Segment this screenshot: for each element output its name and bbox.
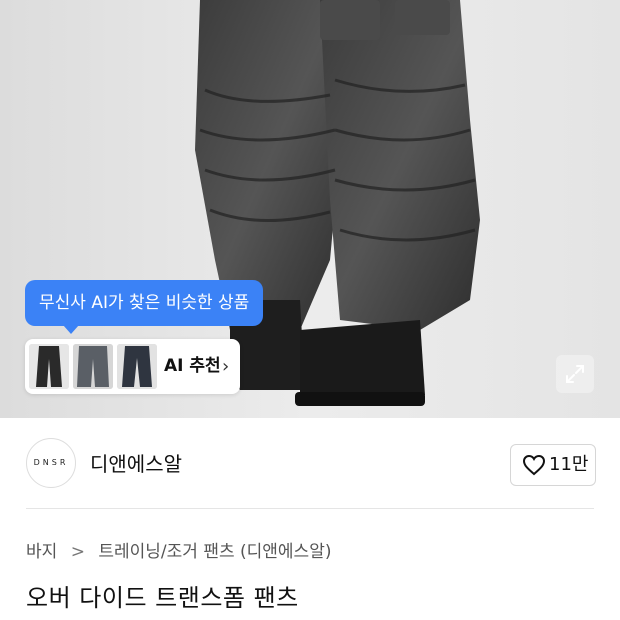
like-button[interactable]: 11만 <box>510 444 596 486</box>
ai-recommend-card[interactable]: AI 추천 › <box>25 339 240 394</box>
brand-logo[interactable]: DNSR <box>26 438 76 488</box>
ai-recommend-label[interactable]: AI 추천 <box>164 339 221 394</box>
heart-icon <box>522 454 546 476</box>
similar-thumb[interactable] <box>73 344 113 389</box>
ai-similar-bubble: 무신사 AI가 찾은 비슷한 상품 <box>25 280 264 334</box>
similar-thumb[interactable] <box>29 344 69 389</box>
expand-image-button[interactable] <box>556 355 594 393</box>
like-count: 11만 <box>549 454 589 475</box>
brand-row: DNSR 디앤에스알 11만 <box>0 418 620 510</box>
brand-logo-text: DNSR <box>33 458 69 467</box>
ai-similar-text: 무신사 AI가 찾은 비슷한 상품 <box>39 293 250 313</box>
expand-icon <box>566 365 584 383</box>
divider <box>26 508 594 509</box>
chevron-right-icon: › <box>222 356 230 377</box>
brand-name[interactable]: 디앤에스알 <box>90 448 182 477</box>
breadcrumb: 바지 > 트레이닝/조거 팬츠 (디앤에스알) <box>26 537 331 562</box>
breadcrumb-subcategory[interactable]: 트레이닝/조거 팬츠 (디앤에스알) <box>98 542 331 562</box>
breadcrumb-separator: > <box>70 542 85 562</box>
similar-thumb[interactable] <box>117 344 157 389</box>
product-title: 오버 다이드 트랜스폼 팬츠 <box>26 584 299 612</box>
breadcrumb-category[interactable]: 바지 <box>26 542 57 562</box>
product-image[interactable]: 무신사 AI가 찾은 비슷한 상품 AI 추천 › <box>0 0 620 418</box>
